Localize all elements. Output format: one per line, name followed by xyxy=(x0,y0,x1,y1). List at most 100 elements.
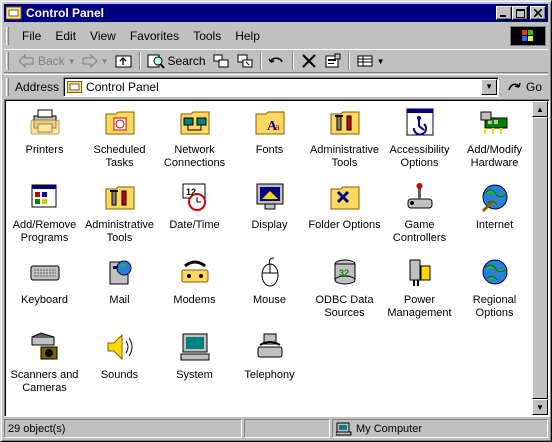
content-pane: Printers Scheduled Tasks Network Connectio… xyxy=(4,99,550,417)
control-panel-app-icon xyxy=(6,6,22,20)
minimize-button[interactable] xyxy=(496,6,512,20)
toolbar-separator xyxy=(291,52,294,70)
control-panel-item[interactable]: Mail xyxy=(82,252,157,327)
menu-tools[interactable]: Tools xyxy=(186,27,228,45)
views-button[interactable]: ▼ xyxy=(353,50,388,72)
up-folder-button[interactable] xyxy=(112,50,136,72)
menu-file[interactable]: File xyxy=(15,27,48,45)
menu-edit[interactable]: Edit xyxy=(48,27,83,45)
telephony-icon xyxy=(254,331,286,363)
address-input[interactable]: Control Panel ▼ xyxy=(63,76,500,97)
item-label: Mouse xyxy=(252,294,287,306)
close-button[interactable] xyxy=(530,6,546,20)
folders-icon xyxy=(213,54,229,68)
administrative-tools-icon xyxy=(104,181,136,213)
title-bar[interactable]: Control Panel xyxy=(4,4,548,22)
search-button[interactable]: Search xyxy=(144,50,209,72)
item-label: Sounds xyxy=(100,369,139,381)
control-panel-item[interactable]: Telephony xyxy=(232,327,307,402)
control-panel-item[interactable]: Network Connections xyxy=(157,102,232,177)
history-button[interactable] xyxy=(233,50,257,72)
address-dropdown-button[interactable]: ▼ xyxy=(481,78,498,95)
menu-help[interactable]: Help xyxy=(228,27,267,45)
item-label: Internet xyxy=(475,219,514,231)
control-panel-item[interactable]: Display xyxy=(232,177,307,252)
folders-button[interactable] xyxy=(209,50,233,72)
scroll-thumb[interactable] xyxy=(532,117,548,399)
mouse-icon xyxy=(254,256,286,288)
control-panel-item[interactable]: Scheduled Tasks xyxy=(82,102,157,177)
control-panel-item[interactable]: Aa Fonts xyxy=(232,102,307,177)
control-panel-item[interactable]: Game Controllers xyxy=(382,177,457,252)
control-panel-item[interactable]: Sounds xyxy=(82,327,157,402)
control-panel-item[interactable]: 32 ODBC Data Sources xyxy=(307,252,382,327)
forward-arrow-icon xyxy=(82,54,98,68)
printers-icon xyxy=(29,106,61,138)
toolbar-grip[interactable] xyxy=(6,52,9,70)
game-controllers-icon xyxy=(404,181,436,213)
svg-text:32: 32 xyxy=(339,268,349,278)
add-remove-programs-icon xyxy=(29,181,61,213)
delete-icon xyxy=(301,54,316,68)
control-panel-item[interactable]: Power Management xyxy=(382,252,457,327)
fonts-icon: Aa xyxy=(254,106,286,138)
item-label: Administrative Tools xyxy=(309,144,380,169)
item-label: Printers xyxy=(25,144,64,156)
maximize-button[interactable] xyxy=(512,6,528,20)
item-label: Telephony xyxy=(244,369,295,381)
forward-button[interactable]: ▼ xyxy=(79,50,112,72)
item-label: Folder Options xyxy=(308,219,381,231)
control-panel-item[interactable]: 12 Date/Time xyxy=(157,177,232,252)
address-grip[interactable] xyxy=(6,77,9,96)
scroll-up-button[interactable]: ▲ xyxy=(532,101,548,117)
item-label: Network Connections xyxy=(163,144,226,169)
control-panel-item[interactable]: Add/Remove Programs xyxy=(7,177,82,252)
control-panel-item[interactable]: System xyxy=(157,327,232,402)
address-label: Address xyxy=(15,79,60,94)
item-label: ODBC Data Sources xyxy=(315,294,374,319)
svg-text:a: a xyxy=(275,122,280,133)
properties-icon xyxy=(325,53,341,68)
item-label: Accessibility Options xyxy=(389,144,450,169)
back-dropdown-icon[interactable]: ▼ xyxy=(68,57,76,66)
delete-button[interactable] xyxy=(297,50,321,72)
scroll-down-button[interactable]: ▼ xyxy=(532,399,548,415)
toolbar-separator xyxy=(138,52,141,70)
control-panel-item[interactable]: Scanners and Cameras xyxy=(7,327,82,402)
system-icon xyxy=(179,331,211,363)
item-label: Mail xyxy=(109,294,130,306)
back-label: Back xyxy=(38,54,65,68)
control-panel-item[interactable]: Mouse xyxy=(232,252,307,327)
control-panel-item[interactable]: Modems xyxy=(157,252,232,327)
menu-favorites[interactable]: Favorites xyxy=(123,27,186,45)
control-panel-item[interactable]: Accessibility Options xyxy=(382,102,457,177)
item-label: Game Controllers xyxy=(392,219,447,244)
properties-button[interactable] xyxy=(321,50,345,72)
modems-icon xyxy=(179,256,211,288)
toolbar-separator xyxy=(259,52,262,70)
item-label: Power Management xyxy=(387,294,452,319)
go-arrow-icon xyxy=(508,82,521,90)
control-panel-item[interactable]: Folder Options xyxy=(307,177,382,252)
menu-grip[interactable] xyxy=(6,27,9,45)
views-dropdown-icon[interactable]: ▼ xyxy=(377,57,385,66)
forward-dropdown-icon[interactable]: ▼ xyxy=(101,57,109,66)
vertical-scrollbar[interactable]: ▲ ▼ xyxy=(532,101,548,415)
control-panel-item[interactable]: Keyboard xyxy=(7,252,82,327)
control-panel-item[interactable]: Add/Modify Hardware xyxy=(457,102,532,177)
control-panel-window: Control Panel File Edit View Favorites T… xyxy=(0,0,552,442)
control-panel-item[interactable]: Regional Options xyxy=(457,252,532,327)
control-panel-item[interactable]: Administrative Tools xyxy=(82,177,157,252)
control-panel-item[interactable]: Internet xyxy=(457,177,532,252)
control-panel-item[interactable]: Printers xyxy=(7,102,82,177)
undo-button[interactable] xyxy=(265,50,289,72)
item-label: Administrative Tools xyxy=(84,219,155,244)
power-management-icon xyxy=(404,256,436,288)
icon-grid: Printers Scheduled Tasks Network Connectio… xyxy=(7,102,532,402)
control-panel-item[interactable]: Administrative Tools xyxy=(307,102,382,177)
go-button[interactable]: Go xyxy=(507,80,542,94)
windows-logo-icon xyxy=(510,26,546,46)
back-button[interactable]: Back ▼ xyxy=(15,50,79,72)
search-icon xyxy=(147,54,165,69)
menu-view[interactable]: View xyxy=(83,27,123,45)
